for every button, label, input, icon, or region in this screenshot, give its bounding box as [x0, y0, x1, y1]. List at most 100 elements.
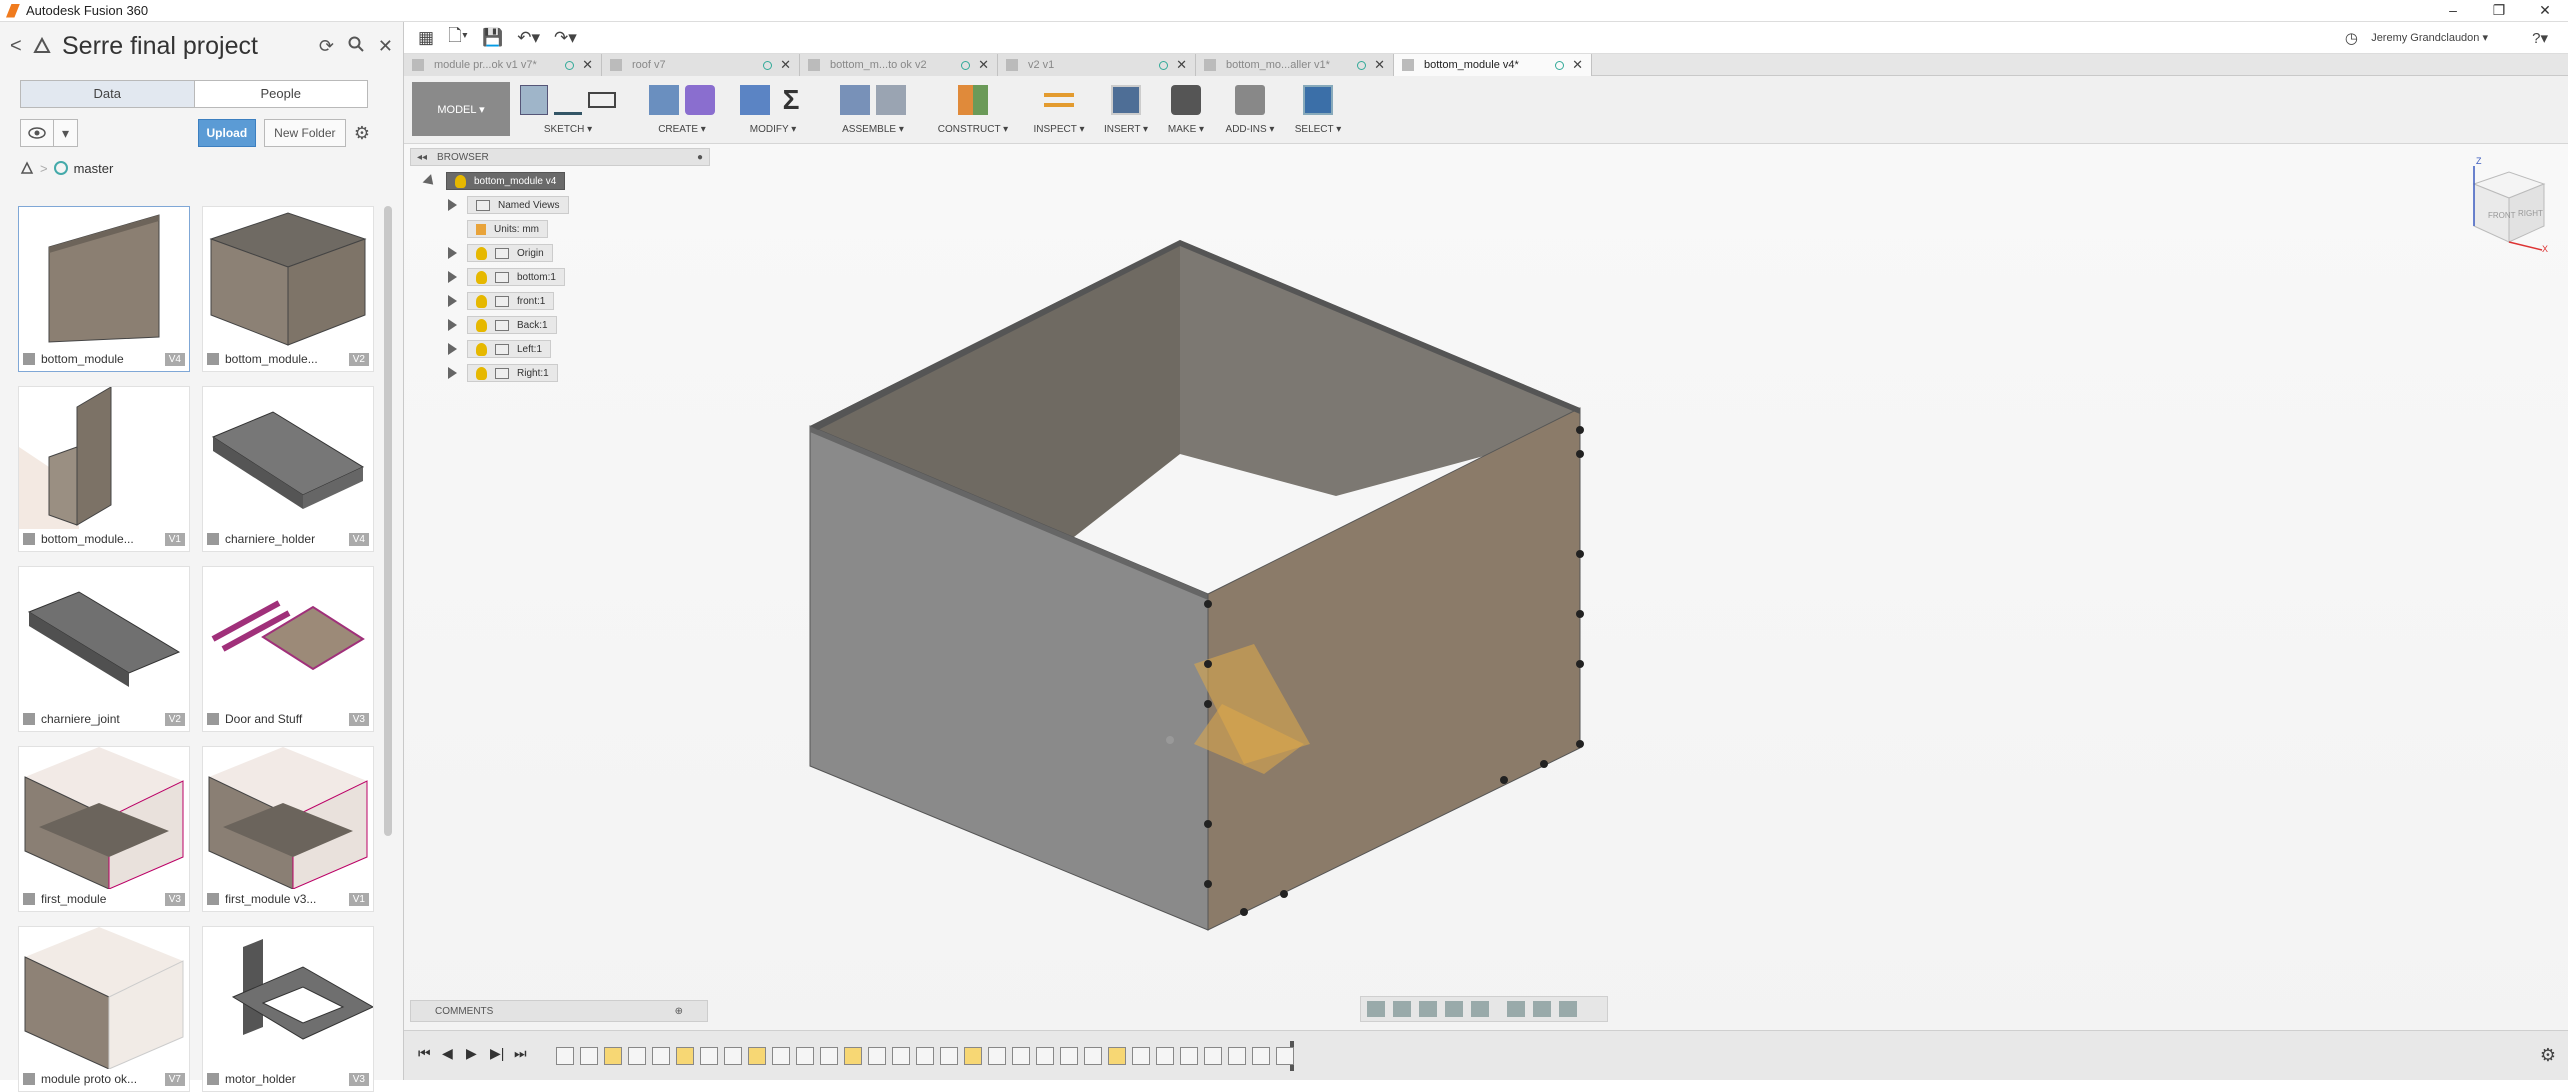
- browser-node-bottom[interactable]: bottom:1: [448, 268, 565, 286]
- doc-tab[interactable]: bottom_mo...aller v1* ✕: [1196, 54, 1394, 76]
- insert-image-icon[interactable]: [1111, 85, 1141, 115]
- timeline-play-icon[interactable]: ▶: [466, 1045, 477, 1062]
- timeline-feature-icon[interactable]: [1180, 1047, 1198, 1065]
- workspace-switcher[interactable]: MODEL ▾: [412, 82, 510, 136]
- view-toggle-icon[interactable]: [20, 119, 54, 147]
- redo-icon[interactable]: ↷▾: [554, 28, 577, 48]
- branch-label[interactable]: master: [74, 161, 114, 176]
- close-icon[interactable]: ✕: [978, 57, 989, 73]
- joint-icon[interactable]: [876, 85, 906, 115]
- chevron-down-icon[interactable]: ▾: [54, 119, 78, 147]
- expand-icon[interactable]: [448, 271, 457, 283]
- file-card[interactable]: Door and Stuff V3: [202, 566, 374, 732]
- viewcube[interactable]: FRONT RIGHT Z X: [2454, 154, 2554, 254]
- close-panel-icon[interactable]: ✕: [378, 36, 393, 57]
- upload-button[interactable]: Upload: [197, 119, 256, 147]
- file-card[interactable]: bottom_module... V1: [18, 386, 190, 552]
- timeline-feature-icon[interactable]: [652, 1047, 670, 1065]
- file-card[interactable]: first_module V3: [18, 746, 190, 912]
- timeline-feature-icon[interactable]: [820, 1047, 838, 1065]
- hub-small-icon[interactable]: [20, 161, 34, 175]
- form-icon[interactable]: [685, 85, 715, 115]
- make-group[interactable]: MAKE ▾: [1158, 82, 1214, 140]
- timeline-feature-icon[interactable]: [604, 1047, 622, 1065]
- addins-group[interactable]: ADD-INS ▾: [1218, 82, 1282, 140]
- doc-tab-active[interactable]: bottom_module v4* ✕: [1394, 54, 1592, 76]
- browser-node-right[interactable]: Right:1: [448, 364, 558, 382]
- timeline-feature-icon[interactable]: [1276, 1047, 1294, 1065]
- visibility-bulb-icon[interactable]: [476, 246, 487, 260]
- visibility-bulb-icon[interactable]: [476, 294, 487, 308]
- pin-icon[interactable]: ●: [697, 152, 703, 163]
- timeline-feature-icon[interactable]: [772, 1047, 790, 1065]
- timeline-feature-icon[interactable]: [556, 1047, 574, 1065]
- scrollbar[interactable]: [384, 206, 392, 836]
- close-window-button[interactable]: ✕: [2522, 0, 2568, 22]
- browser-node-origin[interactable]: Origin: [448, 244, 553, 262]
- close-icon[interactable]: ✕: [780, 57, 791, 73]
- gear-icon[interactable]: ⚙: [354, 123, 370, 144]
- doc-tab[interactable]: roof v7 ✕: [602, 54, 800, 76]
- construct-group[interactable]: CONSTRUCT ▾: [930, 82, 1016, 140]
- pan-icon[interactable]: [1419, 1001, 1437, 1017]
- timeline-start-icon[interactable]: ⏮: [418, 1045, 431, 1062]
- model-box[interactable]: [404, 144, 2568, 1050]
- expand-icon[interactable]: [448, 319, 457, 331]
- parameters-icon[interactable]: Σ: [776, 85, 806, 115]
- file-card[interactable]: charniere_joint V2: [18, 566, 190, 732]
- comments-panel[interactable]: COMMENTS ⊕: [410, 1000, 708, 1022]
- file-card[interactable]: bottom_module V4: [18, 206, 190, 372]
- canvas-viewport[interactable]: ◂◂ BROWSER ● bottom_module v4 Named View…: [404, 144, 2568, 1050]
- modify-group[interactable]: Σ MODIFY ▾: [738, 82, 808, 140]
- press-pull-icon[interactable]: [740, 85, 770, 115]
- expand-icon[interactable]: [448, 295, 457, 307]
- timeline-feature-icon[interactable]: [1252, 1047, 1270, 1065]
- new-component-icon[interactable]: [840, 85, 870, 115]
- timeline-feature-icon[interactable]: [676, 1047, 694, 1065]
- doc-tab[interactable]: v2 v1 ✕: [998, 54, 1196, 76]
- tab-data[interactable]: Data: [21, 81, 195, 107]
- tab-people[interactable]: People: [195, 81, 368, 107]
- timeline-feature-icon[interactable]: [1108, 1047, 1126, 1065]
- timeline-feature-icon[interactable]: [892, 1047, 910, 1065]
- 3d-print-icon[interactable]: [1171, 85, 1201, 115]
- search-icon[interactable]: [348, 36, 364, 57]
- timeline-feature-icon[interactable]: [724, 1047, 742, 1065]
- help-menu[interactable]: ?▾: [2532, 29, 2548, 47]
- file-card[interactable]: first_module v3... V1: [202, 746, 374, 912]
- timeline-feature-icon[interactable]: [1132, 1047, 1150, 1065]
- browser-node-left[interactable]: Left:1: [448, 340, 552, 358]
- back-icon[interactable]: <: [10, 35, 32, 58]
- expand-icon[interactable]: [422, 173, 438, 189]
- timeline-feature-icon[interactable]: [916, 1047, 934, 1065]
- close-icon[interactable]: ✕: [1374, 57, 1385, 73]
- timeline-feature-icon[interactable]: [988, 1047, 1006, 1065]
- expand-icon[interactable]: [448, 343, 457, 355]
- visibility-bulb-icon[interactable]: [455, 174, 466, 188]
- restore-button[interactable]: ❐: [2476, 0, 2522, 22]
- user-menu[interactable]: Jeremy Grandclaudon ▾: [2371, 31, 2488, 44]
- rectangle-icon[interactable]: [587, 92, 616, 108]
- close-icon[interactable]: ✕: [582, 57, 593, 73]
- line-icon[interactable]: [554, 85, 582, 115]
- zoom-icon[interactable]: [1445, 1001, 1463, 1017]
- file-card[interactable]: module proto ok... V7: [18, 926, 190, 1092]
- collapse-icon[interactable]: ◂◂: [417, 152, 427, 163]
- gear-icon[interactable]: ⚙: [2540, 1045, 2556, 1066]
- close-icon[interactable]: ✕: [1176, 57, 1187, 73]
- file-card[interactable]: charniere_holder V4: [202, 386, 374, 552]
- timeline-feature-icon[interactable]: [1204, 1047, 1222, 1065]
- timeline-feature-icon[interactable]: [796, 1047, 814, 1065]
- timeline-feature-icon[interactable]: [1060, 1047, 1078, 1065]
- undo-icon[interactable]: ↶▾: [517, 28, 540, 48]
- timeline-end-icon[interactable]: ⏭: [514, 1045, 527, 1062]
- display-settings-icon[interactable]: [1507, 1001, 1525, 1017]
- browser-node-named-views[interactable]: Named Views: [448, 196, 569, 214]
- sketch-group[interactable]: SKETCH ▾: [520, 82, 616, 140]
- browser-node-units[interactable]: Units: mm: [467, 220, 548, 238]
- minimize-button[interactable]: –: [2430, 0, 2476, 22]
- offset-plane-icon[interactable]: [958, 85, 988, 115]
- timeline-feature-icon[interactable]: [844, 1047, 862, 1065]
- visibility-bulb-icon[interactable]: [476, 366, 487, 380]
- timeline-feature-icon[interactable]: [1036, 1047, 1054, 1065]
